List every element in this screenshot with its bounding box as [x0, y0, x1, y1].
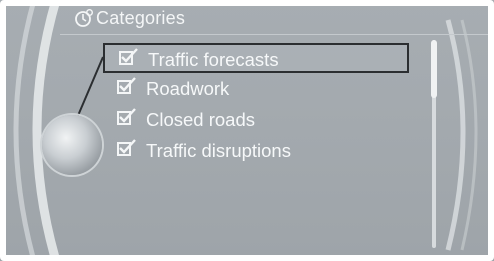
- menu-item-roadwork[interactable]: Roadwork: [103, 74, 409, 104]
- menu-item-traffic-disruptions[interactable]: Traffic disruptions: [103, 136, 409, 166]
- menu-item-closed-roads[interactable]: Closed roads: [103, 105, 409, 135]
- menu-item-label: Closed roads: [146, 109, 256, 130]
- scrollbar[interactable]: [427, 40, 441, 248]
- checkbox-checked-icon[interactable]: [117, 107, 137, 125]
- idrive-controller-icon[interactable]: [42, 115, 102, 175]
- checkbox-checked-icon[interactable]: [117, 138, 137, 156]
- checkbox-checked-icon[interactable]: [117, 76, 137, 94]
- menu-item-label: Traffic disruptions: [146, 140, 291, 161]
- checkbox-checked-icon[interactable]: [119, 47, 139, 65]
- scrollbar-thumb[interactable]: [431, 40, 437, 98]
- display-screen: Categories Traffic forecasts Roadwork Cl…: [0, 0, 494, 261]
- menu-item-label: Roadwork: [146, 78, 230, 99]
- menu-item-label: Traffic forecasts: [148, 49, 279, 70]
- menu-item-traffic-forecasts[interactable]: Traffic forecasts: [103, 43, 409, 73]
